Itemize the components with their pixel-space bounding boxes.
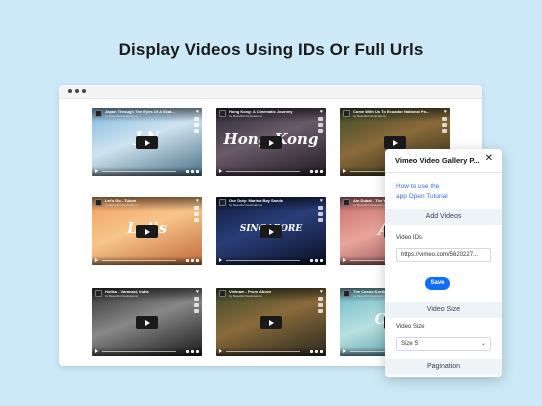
- video-size-select[interactable]: Size S ⌄: [396, 337, 491, 351]
- window-dots: [68, 89, 86, 93]
- video-ids-label: Video IDs: [396, 235, 422, 241]
- player-controls: [92, 347, 202, 356]
- player-controls: [216, 167, 326, 176]
- chevron-down-icon: ⌄: [480, 341, 486, 347]
- video-byline: by Beautiful Destinations: [229, 114, 263, 118]
- play-icon[interactable]: [343, 258, 346, 262]
- player-controls: [216, 256, 326, 265]
- section-add-videos[interactable]: Add Videos: [385, 209, 502, 225]
- video-byline: by Beautiful Destinations: [229, 294, 263, 298]
- side-icons: [318, 297, 323, 313]
- video-tile[interactable]: Hong Kong: A Cinematic Journey by Beauti…: [216, 108, 326, 176]
- play-button[interactable]: [136, 316, 158, 329]
- play-button[interactable]: [136, 225, 158, 238]
- video-tile[interactable]: Vietnam - From Above by Beautiful Destin…: [216, 288, 326, 356]
- play-button[interactable]: [136, 136, 158, 149]
- channel-badge: [219, 199, 226, 206]
- video-tile[interactable]: Holika - Varanasi, India by Beautiful De…: [92, 288, 202, 356]
- play-icon[interactable]: [343, 169, 346, 173]
- channel-badge: [95, 199, 102, 206]
- channel-badge: [95, 110, 102, 117]
- player-controls: [92, 167, 202, 176]
- channel-badge: [343, 199, 350, 206]
- player-controls: [216, 347, 326, 356]
- play-icon[interactable]: [95, 169, 98, 173]
- play-button[interactable]: [260, 136, 282, 149]
- help-text: How to use the app Open Tutorial: [396, 182, 448, 202]
- video-byline: by Beautiful Destinations: [105, 114, 139, 118]
- channel-badge: [343, 290, 350, 297]
- panel-header: Vimeo Video Gallery P... ✕: [385, 149, 502, 173]
- video-byline: by Beautiful Destinations: [105, 203, 139, 207]
- video-byline: by Beautiful Destinations: [105, 294, 139, 298]
- play-button[interactable]: [384, 136, 406, 149]
- section-pagination[interactable]: Pagination: [385, 359, 502, 375]
- heart-icon[interactable]: ♥: [320, 198, 323, 204]
- play-button[interactable]: [260, 316, 282, 329]
- progress-track[interactable]: [226, 171, 300, 172]
- play-icon[interactable]: [343, 349, 346, 353]
- play-icon[interactable]: [95, 258, 98, 262]
- heart-icon[interactable]: ♥: [444, 109, 447, 115]
- progress-track[interactable]: [226, 351, 300, 352]
- open-tutorial-link[interactable]: Open Tutorial: [409, 193, 448, 200]
- play-icon[interactable]: [95, 349, 98, 353]
- panel-title: Vimeo Video Gallery P...: [395, 156, 480, 165]
- help-line: How to use the: [396, 183, 440, 190]
- video-byline: by Beautiful Destinations: [353, 203, 387, 207]
- channel-badge: [343, 110, 350, 117]
- heart-icon[interactable]: ♥: [320, 109, 323, 115]
- channel-badge: [219, 290, 226, 297]
- video-size-label: Video Size: [396, 324, 425, 330]
- video-tile[interactable]: Our Duty: Marina Bay Sands by Beautiful …: [216, 197, 326, 265]
- save-button[interactable]: Save: [425, 277, 450, 290]
- help-prefix: app: [396, 193, 407, 200]
- play-button[interactable]: [260, 225, 282, 238]
- heart-icon[interactable]: ♥: [196, 198, 199, 204]
- progress-track[interactable]: [226, 260, 300, 261]
- video-tile[interactable]: Let's Go - Tulum by Beautiful Destinatio…: [92, 197, 202, 265]
- play-icon[interactable]: [219, 169, 222, 173]
- video-size-value: Size S: [401, 341, 419, 347]
- headline: Display Videos Using IDs Or Full Urls: [118, 40, 424, 59]
- progress-track[interactable]: [102, 171, 176, 172]
- play-icon[interactable]: [219, 258, 222, 262]
- progress-track[interactable]: [102, 351, 176, 352]
- section-video-size[interactable]: Video Size: [385, 302, 502, 318]
- progress-track[interactable]: [102, 260, 176, 261]
- play-icon[interactable]: [219, 349, 222, 353]
- side-icons: [442, 117, 447, 133]
- video-byline: by Beautiful Destinations: [353, 114, 387, 118]
- player-controls: [92, 256, 202, 265]
- browser-toolbar: [59, 85, 482, 99]
- settings-panel: Vimeo Video Gallery P... ✕ How to use th…: [385, 149, 502, 377]
- channel-badge: [219, 110, 226, 117]
- side-icons: [194, 297, 199, 313]
- heart-icon[interactable]: ♥: [196, 109, 199, 115]
- video-byline: by Beautiful Destinations: [353, 294, 387, 298]
- video-byline: by Beautiful Destinations: [229, 203, 263, 207]
- channel-badge: [95, 290, 102, 297]
- close-icon[interactable]: ✕: [485, 154, 493, 164]
- heart-icon[interactable]: ♥: [196, 289, 199, 295]
- video-ids-input[interactable]: https://vimeo.com/5620227...: [396, 248, 491, 262]
- side-icons: [318, 206, 323, 222]
- heart-icon[interactable]: ♥: [320, 289, 323, 295]
- video-tile[interactable]: Japan Through The Eyes Of A Skat... by B…: [92, 108, 202, 176]
